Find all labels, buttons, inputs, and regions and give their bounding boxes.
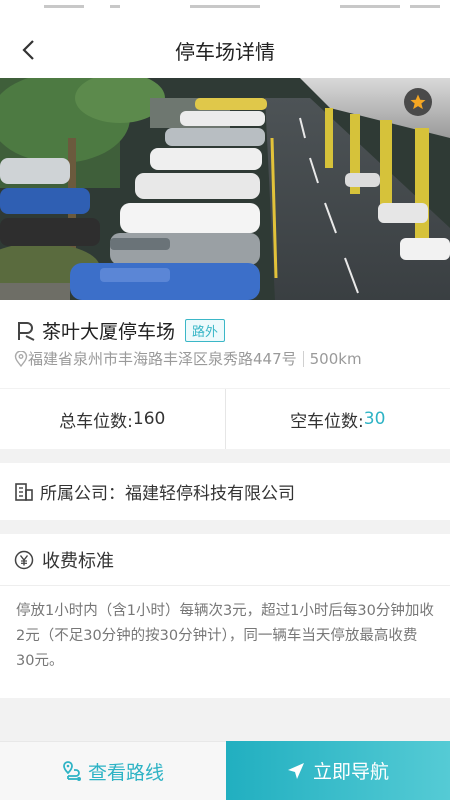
lot-address: 福建省泉州市丰海路丰泽区泉秀路447号 <box>28 350 297 368</box>
total-spaces-label: 总车位数: <box>59 411 133 432</box>
company-row: 所属公司： 福建轻停科技有限公司 <box>0 463 450 520</box>
address-row: 福建省泉州市丰海路丰泽区泉秀路447号 500km <box>14 348 362 369</box>
navigate-label: 立即导航 <box>312 761 389 783</box>
nav-bar: 停车场详情 <box>0 22 450 78</box>
space-counts: 总车位数: 160 空车位数: 30 <box>0 389 450 449</box>
company-label: 所属公司： <box>40 484 125 504</box>
fee-title: 收费标准 <box>42 550 114 572</box>
view-route-label: 查看路线 <box>87 761 164 784</box>
divider <box>302 350 304 367</box>
lot-distance: 500km <box>309 349 362 368</box>
route-icon <box>62 760 84 782</box>
free-spaces: 空车位数: 30 <box>226 389 450 449</box>
navigation-arrow-icon <box>287 762 305 780</box>
fee-header: 收费标准 <box>0 534 450 586</box>
lot-name-row: 茶叶大厦停车场 路外 <box>16 317 226 344</box>
parking-lot-photo <box>0 78 450 300</box>
building-icon <box>14 482 34 502</box>
navigate-button[interactable]: 立即导航 <box>226 741 450 800</box>
company-name: 福建轻停科技有限公司 <box>125 484 295 504</box>
free-spaces-value: 30 <box>363 409 386 429</box>
bottom-action-bar: 查看路线 立即导航 <box>0 741 450 800</box>
location-pin-icon <box>14 350 28 367</box>
page-title: 停车场详情 <box>175 39 275 64</box>
yen-icon <box>14 550 34 570</box>
total-spaces: 总车位数: 160 <box>0 389 225 449</box>
total-spaces-value: 160 <box>132 409 166 429</box>
free-spaces-label: 空车位数: <box>290 411 364 432</box>
status-bar <box>0 0 450 22</box>
star-icon <box>409 93 427 111</box>
parking-icon <box>16 320 36 342</box>
lot-info-card: 茶叶大厦停车场 路外 福建省泉州市丰海路丰泽区泉秀路447号 500km <box>0 300 450 388</box>
lot-name: 茶叶大厦停车场 <box>42 321 176 343</box>
favorite-button[interactable] <box>404 88 432 116</box>
chevron-left-icon <box>21 39 35 61</box>
fee-section: 收费标准 停放1小时内（含1小时）每辆次3元，超过1小时后每30分钟加收2元（不… <box>0 534 450 698</box>
fee-description: 停放1小时内（含1小时）每辆次3元，超过1小时后每30分钟加收2元（不足30分钟… <box>16 603 434 669</box>
back-button[interactable] <box>10 32 46 68</box>
lot-type-tag: 路外 <box>185 319 226 342</box>
view-route-button[interactable]: 查看路线 <box>0 741 226 800</box>
